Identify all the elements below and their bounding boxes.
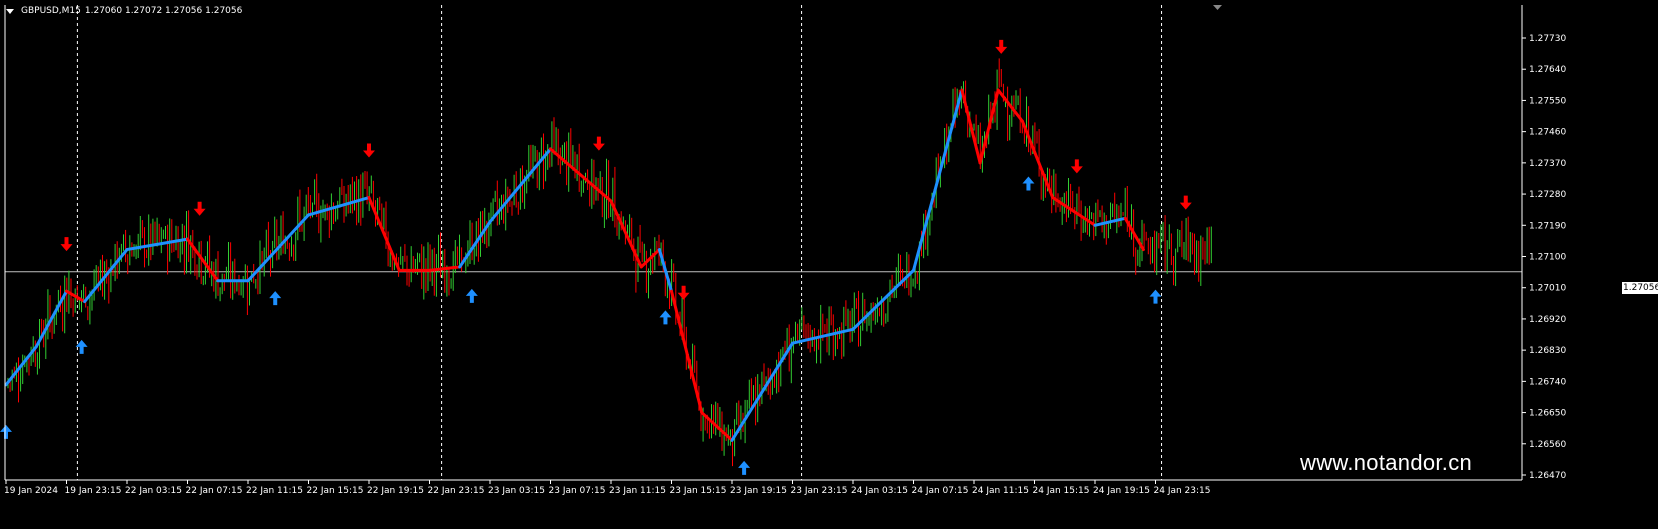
trend-segment [246,213,310,283]
time-label: 23 Jan 19:15 [730,486,787,496]
price-label: 1.26740 [1529,377,1566,387]
axes: 1.27730 1.27640 1.27550 1.27460 1.27370 1.272… [4,5,1566,496]
trend-segment [83,248,129,304]
time-label: 22 Jan 07:15 [186,486,243,496]
trend-segment [458,220,492,269]
time-label: 24 Jan 23:15 [1154,486,1211,496]
time-label: 19 Jan 2024 [4,486,58,496]
time-label: 24 Jan 07:15 [912,486,969,496]
grid-separators [5,5,1522,480]
time-label: 22 Jan 11:15 [246,486,303,496]
price-label: 1.27010 [1529,284,1566,294]
sell-arrow-icon [60,237,73,252]
price-label: 1.26560 [1529,440,1566,450]
price-label: 1.26920 [1529,315,1566,325]
buy-arrow-icon [738,460,751,475]
menu-triangle-icon[interactable] [6,8,14,14]
trend-segment [307,196,371,217]
time-label: 24 Jan 19:15 [1093,486,1150,496]
quote-values: 1.27060 1.27072 1.27056 1.27056 [84,6,243,16]
trend-line [4,88,1145,442]
buy-arrow-icon [1022,176,1035,191]
time-label: 24 Jan 15:15 [1033,486,1090,496]
price-label: 1.27460 [1529,128,1566,138]
trend-segment [34,289,68,349]
chart-window[interactable]: 1.27730 1.27640 1.27550 1.27460 1.27370 1.272… [0,0,1658,529]
price-label: 1.27370 [1529,159,1566,169]
trend-segment [996,88,1024,123]
buy-arrow-icon [0,424,12,439]
time-label: 23 Jan 07:15 [549,486,606,496]
price-label: 1.27550 [1529,96,1566,106]
shift-marker-icon [1213,5,1222,10]
trend-segment [960,88,982,165]
price-label: 1.27640 [1529,65,1566,75]
time-label: 23 Jan 11:15 [609,486,666,496]
time-label: 22 Jan 03:15 [125,486,182,496]
time-label: 22 Jan 23:15 [428,486,485,496]
trend-segment [186,237,220,283]
trend-segment [1051,196,1097,227]
price-label: 1.27730 [1529,34,1566,44]
trend-segment [1123,216,1145,252]
buy-arrow-icon [659,310,672,325]
signal-arrows [0,39,1192,475]
sell-arrow-icon [677,285,690,300]
time-label: 23 Jan 03:15 [488,486,545,496]
price-label: 1.26650 [1529,409,1566,419]
price-label: 1.26830 [1529,346,1566,356]
trend-segment [609,199,643,269]
sell-arrow-icon [995,39,1008,54]
time-label: 23 Jan 15:15 [670,486,727,496]
sell-arrow-icon [1070,159,1083,174]
chart-header: GBPUSD,M15 1.27060 1.27072 1.27056 1.270… [6,6,242,16]
sell-arrow-icon [363,143,375,158]
price-label: 1.27190 [1529,221,1566,231]
price-label: 1.27100 [1529,253,1566,263]
time-label: 22 Jan 15:15 [307,486,364,496]
trend-segment [670,289,704,415]
symbol-timeframe: GBPUSD,M15 [21,6,81,16]
buy-arrow-icon [269,291,282,306]
trend-segment [912,88,964,272]
candles [7,58,1212,467]
watermark-text: www.notandor.cn [1300,450,1473,475]
buy-arrow-icon [1149,289,1162,304]
time-label: 19 Jan 23:15 [65,486,122,496]
time-label: 23 Jan 23:15 [791,486,848,496]
time-label: 24 Jan 03:15 [851,486,908,496]
buy-arrow-icon [465,288,478,303]
trend-segment [488,147,552,224]
trend-segment [4,345,38,387]
price-label: 1.27280 [1529,190,1566,200]
trend-segment [700,411,734,442]
sell-arrow-icon [1179,195,1192,210]
current-price-marker: 1.27056 [1622,282,1658,294]
trend-segment [730,341,794,442]
time-label: 24 Jan 11:15 [972,486,1029,496]
price-label: 1.26470 [1529,471,1566,481]
sell-arrow-icon [592,136,605,151]
sell-arrow-icon [193,201,206,216]
trend-segment [549,147,613,203]
time-label: 22 Jan 19:15 [367,486,424,496]
